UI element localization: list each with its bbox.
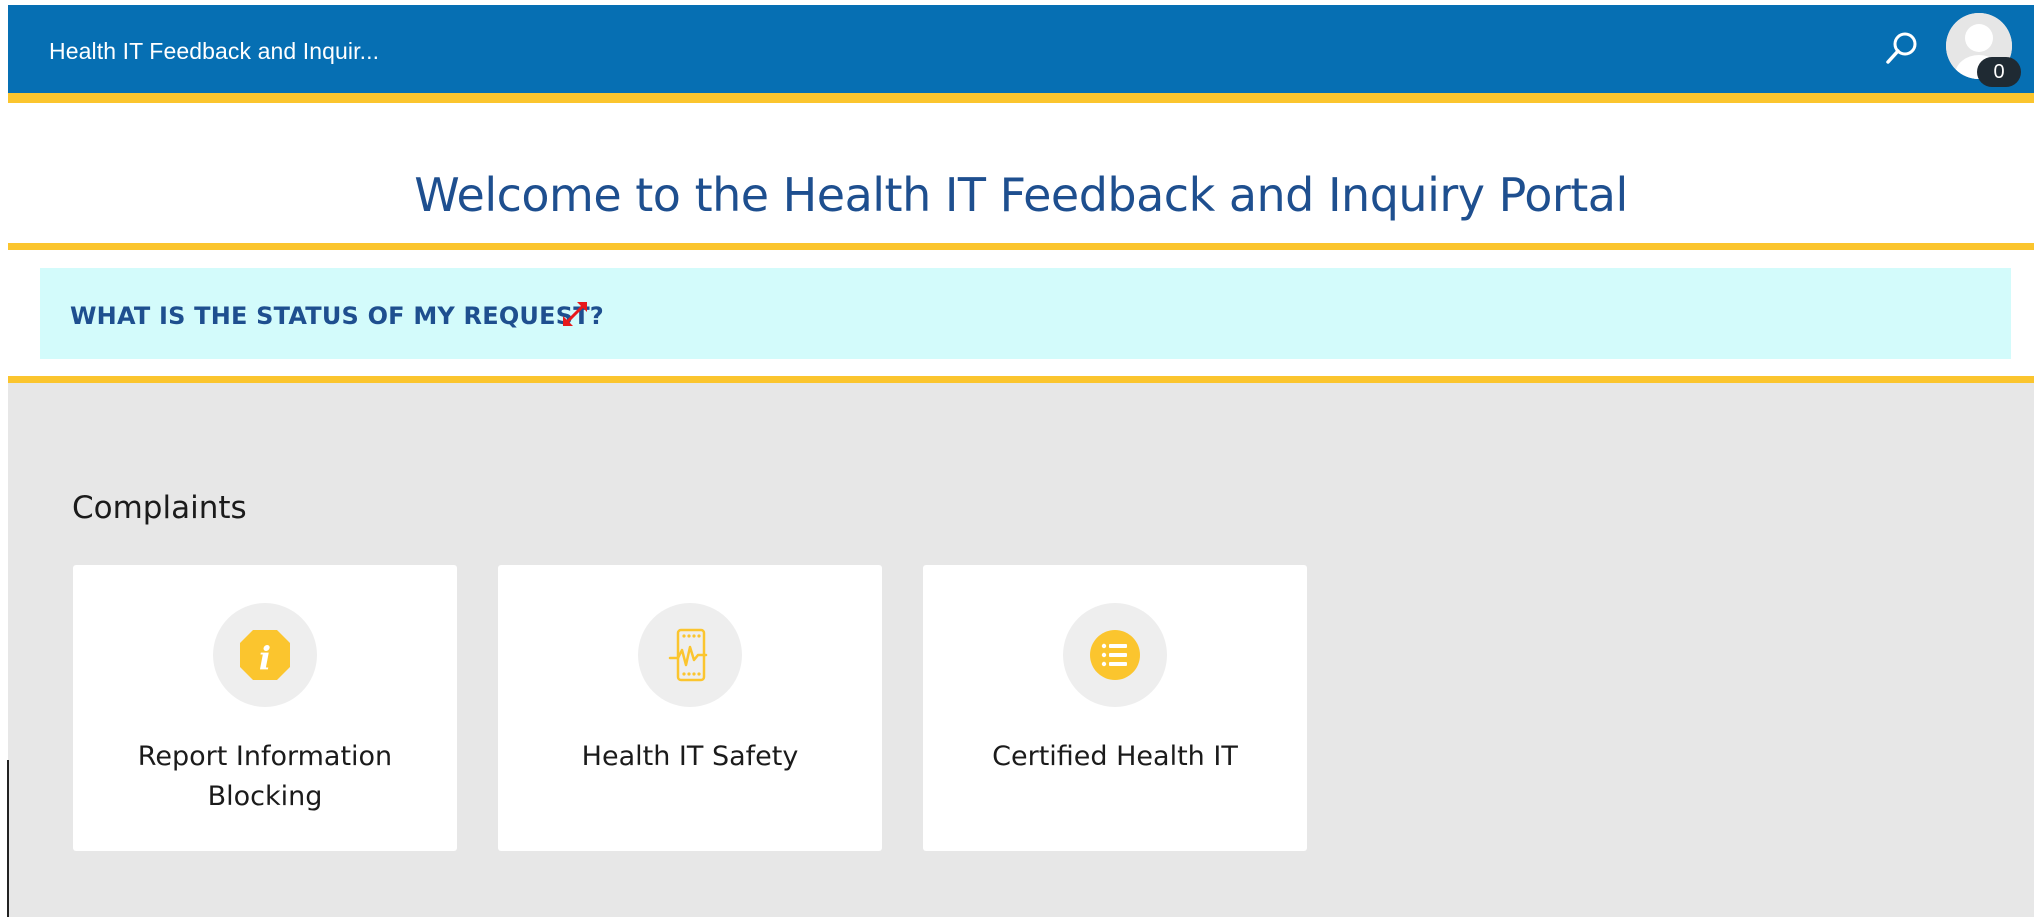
card-label: Health IT Safety: [581, 741, 799, 772]
card-label: Certified Health IT: [992, 741, 1238, 772]
card-icon-background: [638, 603, 742, 707]
notification-badge: 0: [1977, 57, 2021, 87]
app-title[interactable]: Health IT Feedback and Inquir...: [49, 38, 379, 65]
card-certified-health-it[interactable]: Certified Health IT: [923, 565, 1307, 851]
page-title: Welcome to the Health IT Feedback and In…: [414, 168, 1628, 222]
mobile-heartbeat-icon: [668, 628, 708, 682]
header-accent-stripe: [8, 93, 2034, 103]
card-label: Report Information Blocking: [137, 741, 393, 812]
request-status-panel[interactable]: WHAT IS THE STATUS OF MY REQUEST?: [40, 268, 2011, 359]
window-edge-line: [7, 760, 9, 917]
section-heading-complaints: Complaints: [72, 490, 247, 526]
top-navigation-bar: Health IT Feedback and Inquir...: [8, 5, 2034, 93]
svg-text:i: i: [259, 639, 271, 677]
search-icon: [1886, 32, 1917, 64]
card-report-information-blocking[interactable]: i Report Information Blocking: [73, 565, 457, 851]
search-button[interactable]: [1880, 26, 1924, 70]
expand-arrows-icon[interactable]: [561, 300, 589, 328]
card-health-it-safety[interactable]: Health IT Safety: [498, 565, 882, 851]
accent-stripe: [8, 376, 2034, 383]
accent-stripe: [8, 243, 2034, 250]
list-circle-icon: [1090, 630, 1140, 680]
page: Health IT Feedback and Inquir... 0 Welco…: [0, 0, 2034, 917]
info-octagon-icon: i: [240, 630, 290, 680]
request-status-label: WHAT IS THE STATUS OF MY REQUEST?: [70, 302, 604, 330]
card-icon-background: i: [213, 603, 317, 707]
card-icon-background: [1063, 603, 1167, 707]
